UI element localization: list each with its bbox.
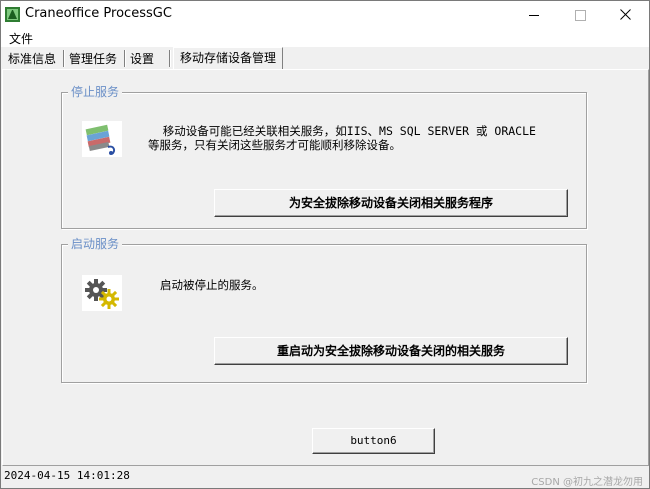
app-icon (5, 7, 20, 22)
tab-separator (124, 50, 125, 67)
menu-file[interactable]: 文件 (9, 30, 33, 47)
tab-manage-tasks[interactable]: 管理任务 (66, 50, 120, 68)
tab-standard-info[interactable]: 标准信息 (5, 50, 59, 68)
start-service-legend: 启动服务 (68, 237, 123, 251)
minimize-button[interactable] (511, 1, 557, 29)
stop-service-legend: 停止服务 (68, 85, 123, 99)
gears-icon (82, 275, 122, 311)
button6[interactable]: button6 (312, 428, 435, 454)
restart-services-button[interactable]: 重启动为安全拔除移动设备关闭的相关服务 (214, 337, 568, 365)
start-service-text: 启动被停止的服务。 (160, 278, 264, 292)
status-time: 2024-04-15 14:01:28 (4, 469, 130, 482)
minimize-icon (529, 15, 539, 16)
tab-separator (63, 50, 64, 67)
tab-removable-storage[interactable]: 移动存储设备管理 (173, 47, 284, 69)
tab-settings[interactable]: 设置 (127, 50, 157, 68)
stop-services-button[interactable]: 为安全拔除移动设备关闭相关服务程序 (214, 189, 568, 217)
menu-bar: 文件 (1, 29, 649, 47)
app-window: Craneoffice ProcessGC 文件 标准信息 管理任务 设置 移动… (0, 0, 650, 489)
title-bar[interactable]: Craneoffice ProcessGC (1, 1, 649, 29)
stop-service-text-line2: 等服务，只有关闭这些服务才可能顺利移除设备。 (148, 138, 401, 152)
close-icon (620, 9, 631, 20)
tab-strip: 标准信息 管理任务 设置 移动存储设备管理 (1, 47, 649, 69)
tab-separator (169, 50, 170, 67)
stop-service-group: 停止服务 移动设备可能已经关联相关服务，如IIS、MS SQL SERVER 或… (61, 85, 587, 229)
start-service-group: 启动服务 启动被停止的服务。 重启动为安全拔除移动设备关闭的相关服务 (61, 237, 587, 383)
maximize-icon (575, 10, 586, 21)
window-title: Craneoffice ProcessGC (25, 6, 172, 21)
usb-device-icon (82, 121, 122, 157)
maximize-button[interactable] (557, 1, 603, 29)
watermark: CSDN @初九之潜龙勿用 (531, 477, 643, 488)
close-button[interactable] (603, 1, 649, 29)
